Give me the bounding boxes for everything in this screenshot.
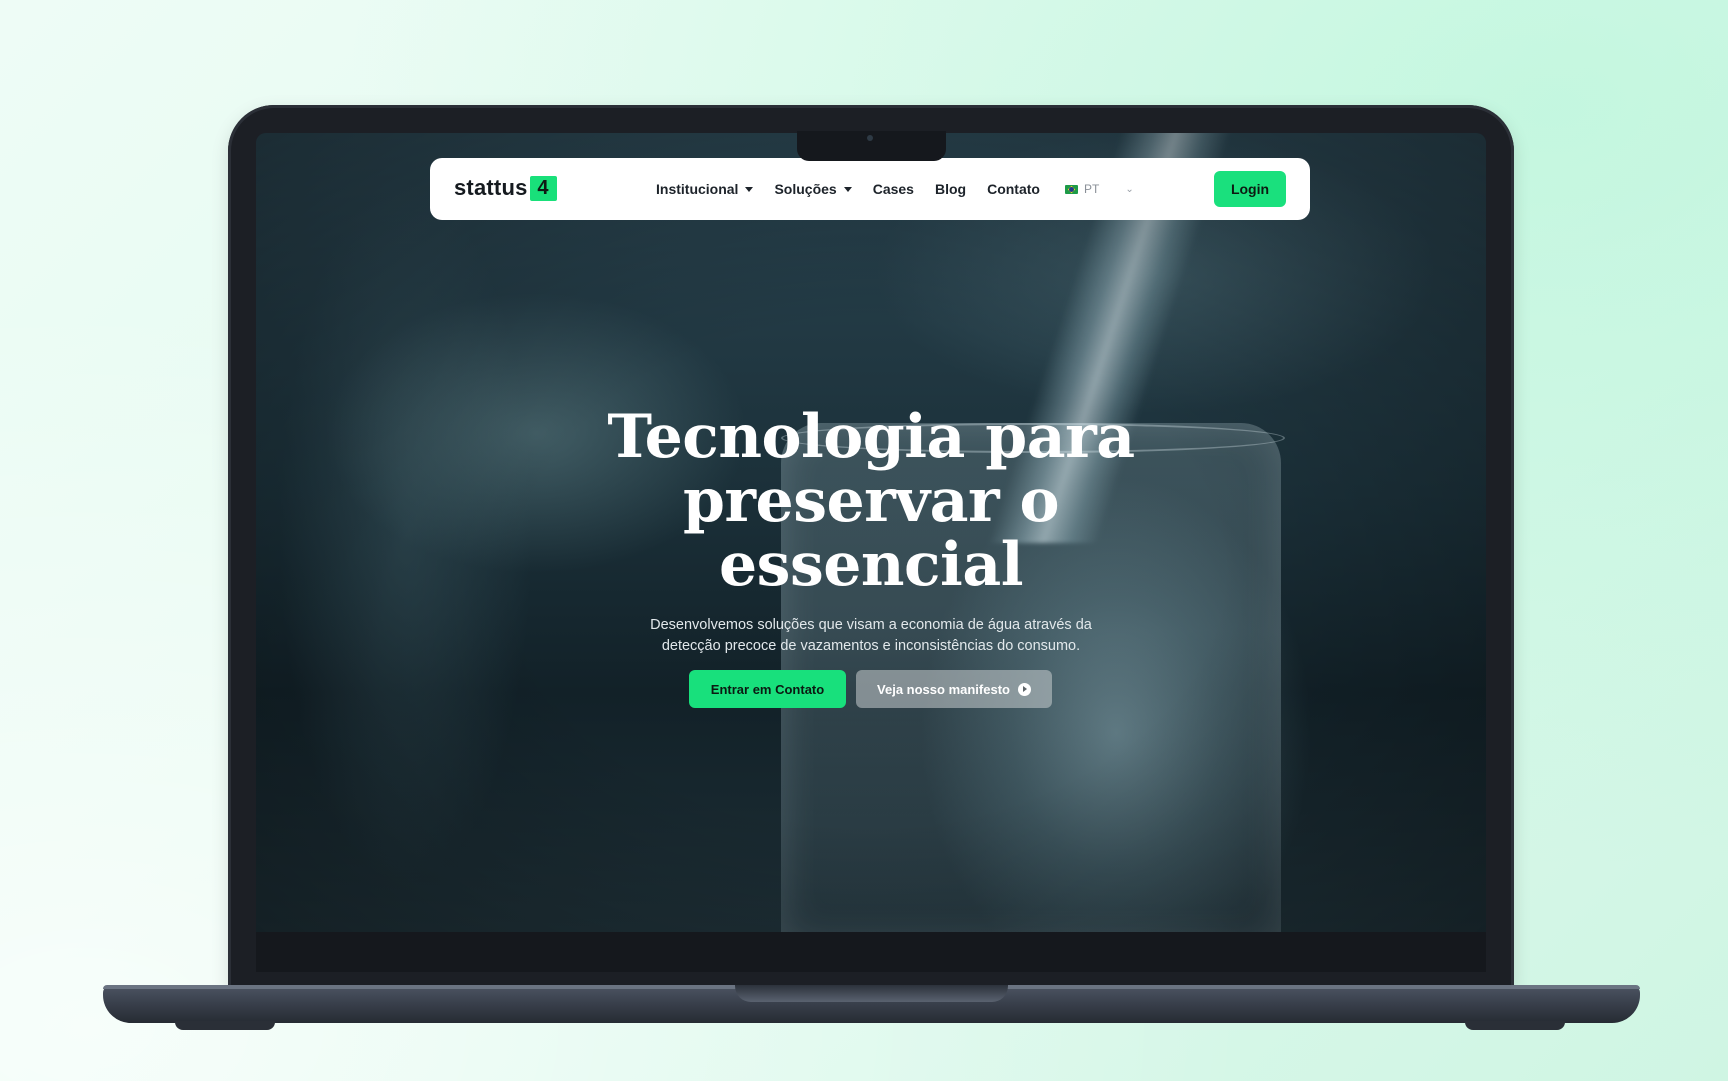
manifesto-button-label: Veja nosso manifesto — [877, 681, 1010, 697]
hero-title-line: Tecnologia para — [607, 402, 1135, 472]
laptop-foot-right — [1465, 1021, 1565, 1030]
nav-item-blog[interactable]: Blog — [935, 181, 966, 197]
caret-down-icon — [745, 186, 754, 192]
brand-logo[interactable]: stattus 4 — [454, 175, 557, 201]
nav-item-label: Blog — [934, 181, 967, 197]
hero-subtitle-line: detecção precoce de vazamentos e inconsi… — [661, 638, 1081, 654]
laptop-foot-left — [175, 1021, 275, 1030]
hero-title-line: essencial — [718, 530, 1024, 600]
language-code: PT — [1083, 182, 1100, 196]
flag-circle — [1068, 186, 1074, 192]
camera-notch — [797, 131, 946, 161]
screen-bezel-chin — [256, 932, 1486, 972]
nav-item-label: Cases — [872, 181, 914, 197]
hero-subtitle-line: Desenvolvemos soluções que visam a econo… — [650, 617, 1092, 633]
contact-button-label: Entrar em Contato — [710, 681, 825, 697]
nav-item-contato[interactable]: Contato — [987, 181, 1040, 197]
nav-item-label: Contato — [987, 181, 1040, 197]
manifesto-button[interactable]: Veja nosso manifesto — [856, 670, 1052, 708]
caret-down-icon — [843, 186, 852, 192]
logo-text: stattus — [454, 175, 528, 200]
play-icon — [1017, 682, 1031, 696]
nav-item-label: Institucional — [656, 181, 739, 197]
camera-icon — [867, 135, 873, 141]
nav-item-label: Soluções — [774, 181, 837, 197]
nav-menu: Institucional Soluções Cases Blog Contat… — [656, 158, 1134, 220]
contact-button[interactable]: Entrar em Contato — [689, 670, 846, 708]
navbar: stattus 4 Institucional Soluções Cases B… — [430, 158, 1310, 220]
nav-item-cases[interactable]: Cases — [873, 181, 914, 197]
hero-title: Tecnologia para preservar o essencial — [471, 405, 1271, 597]
brazil-flag-icon — [1064, 184, 1078, 194]
laptop-opening-groove — [735, 985, 1008, 1002]
hero-title-line: preservar o — [682, 466, 1060, 536]
laptop-screen: stattus 4 Institucional Soluções Cases B… — [256, 133, 1486, 932]
nav-item-solucoes[interactable]: Soluções — [774, 181, 852, 197]
chevron-down-icon: ⌄ — [1125, 183, 1134, 195]
logo-mark: 4 — [529, 175, 557, 201]
login-button[interactable]: Login — [1214, 171, 1286, 207]
nav-item-institucional[interactable]: Institucional — [656, 181, 754, 197]
hero-subtitle: Desenvolvemos soluções que visam a econo… — [571, 615, 1171, 657]
language-selector[interactable]: PT ⌄ — [1064, 182, 1134, 196]
